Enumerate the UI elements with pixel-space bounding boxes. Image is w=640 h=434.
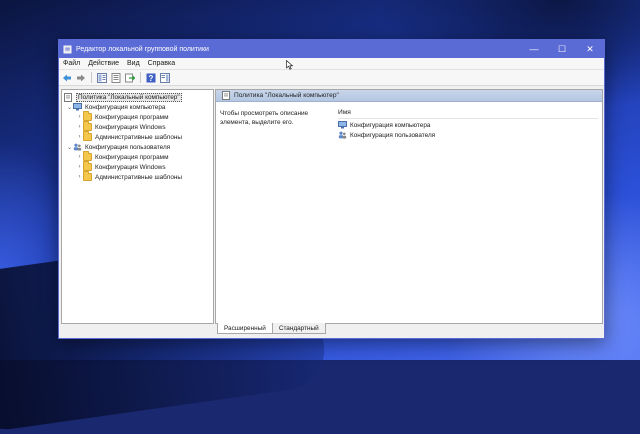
menu-help[interactable]: Справка [148,60,175,67]
maximize-button[interactable]: ☐ [548,40,576,58]
menu-view[interactable]: Вид [127,60,140,67]
users-icon [338,131,347,139]
tree-item-label: Административные шаблоны [95,133,183,141]
folder-icon [83,121,92,131]
computer-icon [338,121,347,129]
status-bar [59,334,604,338]
gpedit-window: Редактор локальной групповой политики — … [58,39,605,339]
show-hide-tree-icon[interactable] [96,72,107,83]
details-header-title: Политика "Локальный компьютер" [234,92,339,99]
list-item-user-configuration[interactable]: Конфигурация пользователя [338,130,435,140]
toolbar: ? [59,70,604,86]
tree-item-label: Политика "Локальный компьютер" [76,92,182,102]
expand-chevron-icon[interactable]: › [76,174,83,180]
expand-chevron-icon[interactable]: › [76,134,83,140]
policy-document-icon [222,91,231,100]
console-tree: Политика "Локальный компьютер" ⌄ Конфигу… [61,89,214,324]
expand-chevron-icon[interactable]: › [76,154,83,160]
window-controls: — ☐ ✕ [520,40,604,58]
tree-item-software-settings[interactable]: › Конфигурация программ [76,151,169,162]
minimize-button[interactable]: — [520,40,548,58]
column-header-label: Имя [338,109,351,116]
toolbar-separator [91,72,92,83]
close-button[interactable]: ✕ [576,40,604,58]
window-title: Редактор локальной групповой политики [76,45,209,53]
item-description: Чтобы просмотреть описание элемента, выд… [220,110,309,126]
toolbar-separator [140,72,141,83]
tree-item-administrative-templates[interactable]: › Административные шаблоны [76,131,183,142]
tab-extended[interactable]: Расширенный [217,323,273,334]
expand-chevron-icon[interactable]: › [76,114,83,120]
show-hide-action-pane-icon[interactable] [159,72,170,83]
tree-item-label: Конфигурация пользователя [85,143,171,151]
tree-item-user-configuration[interactable]: ⌄ Конфигурация пользователя [66,142,170,152]
tree-item-label: Конфигурация программ [95,153,169,161]
folder-icon [83,151,92,161]
menu-bar: Файл Действие Вид Справка [59,58,604,70]
help-icon[interactable]: ? [145,72,156,83]
tree-item-windows-settings[interactable]: › Конфигурация Windows [76,121,166,132]
tree-item-label: Конфигурация Windows [95,163,166,171]
expand-chevron-icon[interactable]: › [76,124,83,130]
tree-item-label: Конфигурация Windows [95,123,166,131]
properties-icon[interactable] [110,72,121,83]
tree-item-label: Конфигурация программ [95,113,169,121]
tree-item-software-settings[interactable]: › Конфигурация программ [76,111,169,122]
tree-item-windows-settings[interactable]: › Конфигурация Windows [76,161,166,172]
tree-item-computer-configuration[interactable]: ⌄ Конфигурация компьютера [66,102,165,112]
collapse-chevron-icon[interactable]: ⌄ [66,144,73,151]
tree-item-label: Административные шаблоны [95,173,183,181]
folder-icon [83,161,92,171]
folder-icon [83,171,92,181]
tree-item-local-computer-policy[interactable]: Политика "Локальный компьютер" [64,92,182,102]
menu-file[interactable]: Файл [63,60,80,67]
expand-chevron-icon[interactable]: › [76,164,83,170]
details-pane: Политика "Локальный компьютер" Чтобы про… [215,89,603,324]
back-arrow-icon[interactable] [61,72,72,83]
export-list-icon[interactable] [124,72,135,83]
list-item-label: Конфигурация компьютера [350,121,431,129]
policy-document-icon [64,92,73,102]
gpedit-app-icon [63,45,72,53]
folder-icon [83,131,92,141]
folder-icon [83,111,92,121]
list-item-label: Конфигурация пользователя [350,131,436,139]
collapse-chevron-icon[interactable]: ⌄ [66,104,73,111]
title-bar[interactable]: Редактор локальной групповой политики — … [59,40,604,58]
column-header-name[interactable]: Имя [338,107,598,119]
tree-item-administrative-templates[interactable]: › Административные шаблоны [76,171,183,182]
menu-action[interactable]: Действие [88,60,119,67]
computer-icon [73,103,82,111]
view-tabs: Расширенный Стандартный [217,323,326,334]
tree-item-label: Конфигурация компьютера [85,103,166,111]
list-item-computer-configuration[interactable]: Конфигурация компьютера [338,120,430,130]
mouse-cursor-icon [286,60,294,70]
svg-text:?: ? [148,74,153,83]
users-icon [73,143,82,151]
forward-arrow-icon[interactable] [75,72,86,83]
tab-standard[interactable]: Стандартный [271,323,326,334]
details-header: Политика "Локальный компьютер" [216,90,602,102]
